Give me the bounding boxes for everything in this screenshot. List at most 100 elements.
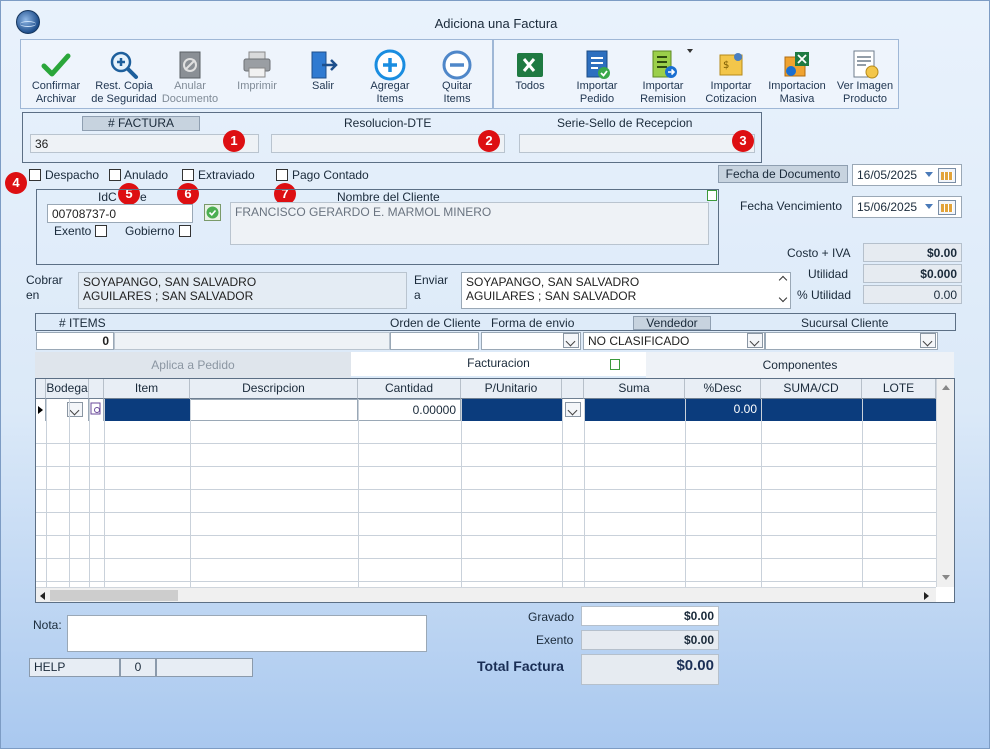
despacho-checkbox[interactable] [29, 169, 41, 181]
table-row[interactable] [36, 513, 936, 536]
item-lookup-cell[interactable] [89, 399, 104, 421]
cancel-document-button[interactable]: Anular Documento [159, 40, 221, 110]
pct-utilidad-label: % Utilidad [797, 288, 852, 302]
remove-items-button[interactable]: Quitar Items [425, 40, 489, 110]
printer-icon [243, 51, 271, 78]
serie-sello-field[interactable] [519, 134, 755, 153]
total-factura-label: Total Factura [477, 658, 564, 674]
sucursal-dropdown-icon[interactable] [920, 333, 936, 348]
help-counter: 0 [120, 658, 156, 677]
pago-contado-checkbox[interactable] [276, 169, 288, 181]
client-verified-icon[interactable] [204, 204, 221, 221]
items-count-field: 0 [36, 332, 114, 350]
scroll-right-arrow-icon[interactable] [924, 592, 929, 600]
grid-header-lote[interactable]: LOTE [862, 379, 936, 399]
dropdown-caret-icon[interactable] [687, 49, 693, 53]
bodega-cell[interactable] [46, 399, 89, 421]
grid-header-desc[interactable]: %Desc [685, 379, 761, 399]
resolucion-field[interactable] [271, 134, 505, 153]
descripcion-cell[interactable] [190, 399, 358, 421]
grid-header-suma-cd[interactable]: SUMA/CD [761, 379, 862, 399]
grid-line [190, 399, 191, 587]
import-quotation-label-2: Cotizacion [705, 93, 757, 105]
gobierno-checkbox[interactable] [179, 225, 191, 237]
export-all-button[interactable]: Todos [498, 40, 562, 110]
import-quotation-button[interactable]: $ Importar Cotizacion [698, 40, 764, 110]
excel-icon [517, 53, 543, 77]
grid-header-descripcion[interactable]: Descripcion [190, 379, 358, 399]
table-row[interactable] [36, 559, 936, 582]
grid-line [685, 399, 686, 587]
table-row[interactable] [36, 536, 936, 559]
date-dropdown-icon[interactable] [925, 172, 933, 177]
calendar-icon[interactable] [938, 168, 956, 183]
add-items-button[interactable]: Agregar Items [357, 40, 423, 110]
todos-label: Todos [515, 80, 545, 92]
confirm-archive-button[interactable]: Confirmar Archivar [23, 40, 89, 110]
vendedor-select[interactable]: NO CLASIFICADO [583, 332, 765, 350]
view-image-label-2: Producto [842, 93, 888, 105]
fecha-vencimiento-picker[interactable]: 15/06/2025 [852, 196, 962, 218]
import-order-button[interactable]: Importar Pedido [564, 40, 630, 110]
sucursal-select[interactable] [765, 332, 938, 350]
enviar-address-field[interactable]: SOYAPANGO, SAN SALVADRO AGUILARES ; SAN … [461, 272, 791, 309]
client-name-note-icon[interactable] [707, 190, 717, 201]
fecha-documento-label: Fecha de Documento [718, 165, 848, 183]
grid-header-bodega[interactable]: Bodega [46, 379, 89, 399]
client-name-field[interactable]: FRANCISCO GERARDO E. MARMOL MINERO [230, 202, 709, 245]
cantidad-cell[interactable]: 0.00000 [358, 399, 461, 421]
cobrar-address-field[interactable]: SOYAPANGO, SAN SALVADRO AGUILARES ; SAN … [78, 272, 407, 309]
table-row[interactable] [36, 421, 936, 444]
forma-envio-label: Forma de envio [491, 316, 575, 330]
grid-header-punitario[interactable]: P/Unitario [461, 379, 562, 399]
row-pointer-icon [38, 406, 43, 414]
title-bar: Adiciona una Factura [1, 1, 989, 37]
cancel-document-icon [179, 51, 201, 79]
view-product-image-button[interactable]: Ver Imagen Producto [832, 40, 898, 110]
desc-cell[interactable]: 0.00 [685, 399, 761, 421]
orden-cliente-field[interactable] [390, 332, 479, 350]
date-dropdown-icon[interactable] [925, 204, 933, 209]
tab-componentes[interactable]: Componentes [646, 352, 954, 378]
table-row[interactable] [36, 444, 936, 467]
nota-field[interactable] [67, 615, 427, 652]
calendar-icon[interactable] [938, 200, 956, 215]
exit-button[interactable]: Salir [291, 40, 355, 110]
fecha-documento-picker[interactable]: 16/05/2025 [852, 164, 962, 186]
grid-header-cantidad[interactable]: Cantidad [358, 379, 461, 399]
marker-badge-2: 2 [478, 130, 500, 152]
tab-aplica-pedido[interactable]: Aplica a Pedido [35, 352, 351, 378]
punitario-dropdown-icon[interactable] [565, 402, 581, 417]
cancel-doc-label-2: Documento [161, 93, 219, 105]
scroll-up-arrow-icon[interactable] [942, 385, 950, 390]
anulado-checkbox[interactable] [109, 169, 121, 181]
punitario-cell[interactable] [562, 399, 584, 421]
table-row[interactable] [36, 490, 936, 513]
scroll-thumb[interactable] [50, 590, 178, 601]
client-id-field[interactable]: 00708737-0 [47, 204, 193, 223]
factura-number-label: # FACTURA [82, 116, 200, 131]
anulado-label: Anulado [124, 168, 169, 182]
grid-header-item[interactable]: Item [104, 379, 190, 399]
view-image-label-1: Ver Imagen [836, 80, 894, 92]
items-spacer-field [114, 332, 390, 350]
table-row-selected[interactable]: 0.00000 0.00 [36, 399, 936, 421]
scroll-left-arrow-icon[interactable] [40, 592, 45, 600]
horizontal-scrollbar[interactable] [36, 587, 936, 602]
vertical-scrollbar[interactable] [936, 379, 954, 587]
bulk-import-label-1: Importacion [768, 80, 826, 92]
remission-import-icon [652, 50, 677, 78]
table-row[interactable] [36, 467, 936, 490]
vendedor-dropdown-icon[interactable] [747, 333, 763, 348]
grid-header-suma[interactable]: Suma [584, 379, 685, 399]
print-button[interactable]: Imprimir [225, 40, 289, 110]
bulk-import-button[interactable]: Importacion Masiva [764, 40, 830, 110]
extraviado-checkbox[interactable] [182, 169, 194, 181]
scroll-down-arrow-icon[interactable] [942, 575, 950, 580]
exento-checkbox[interactable] [95, 225, 107, 237]
forma-envio-dropdown-icon[interactable] [563, 333, 579, 348]
grid-line [862, 399, 863, 587]
import-remission-button[interactable]: Importar Remision [630, 40, 696, 110]
restore-backup-button[interactable]: Rest. Copia de Seguridad [89, 40, 159, 110]
tab-facturacion[interactable]: Facturacion [351, 352, 646, 376]
